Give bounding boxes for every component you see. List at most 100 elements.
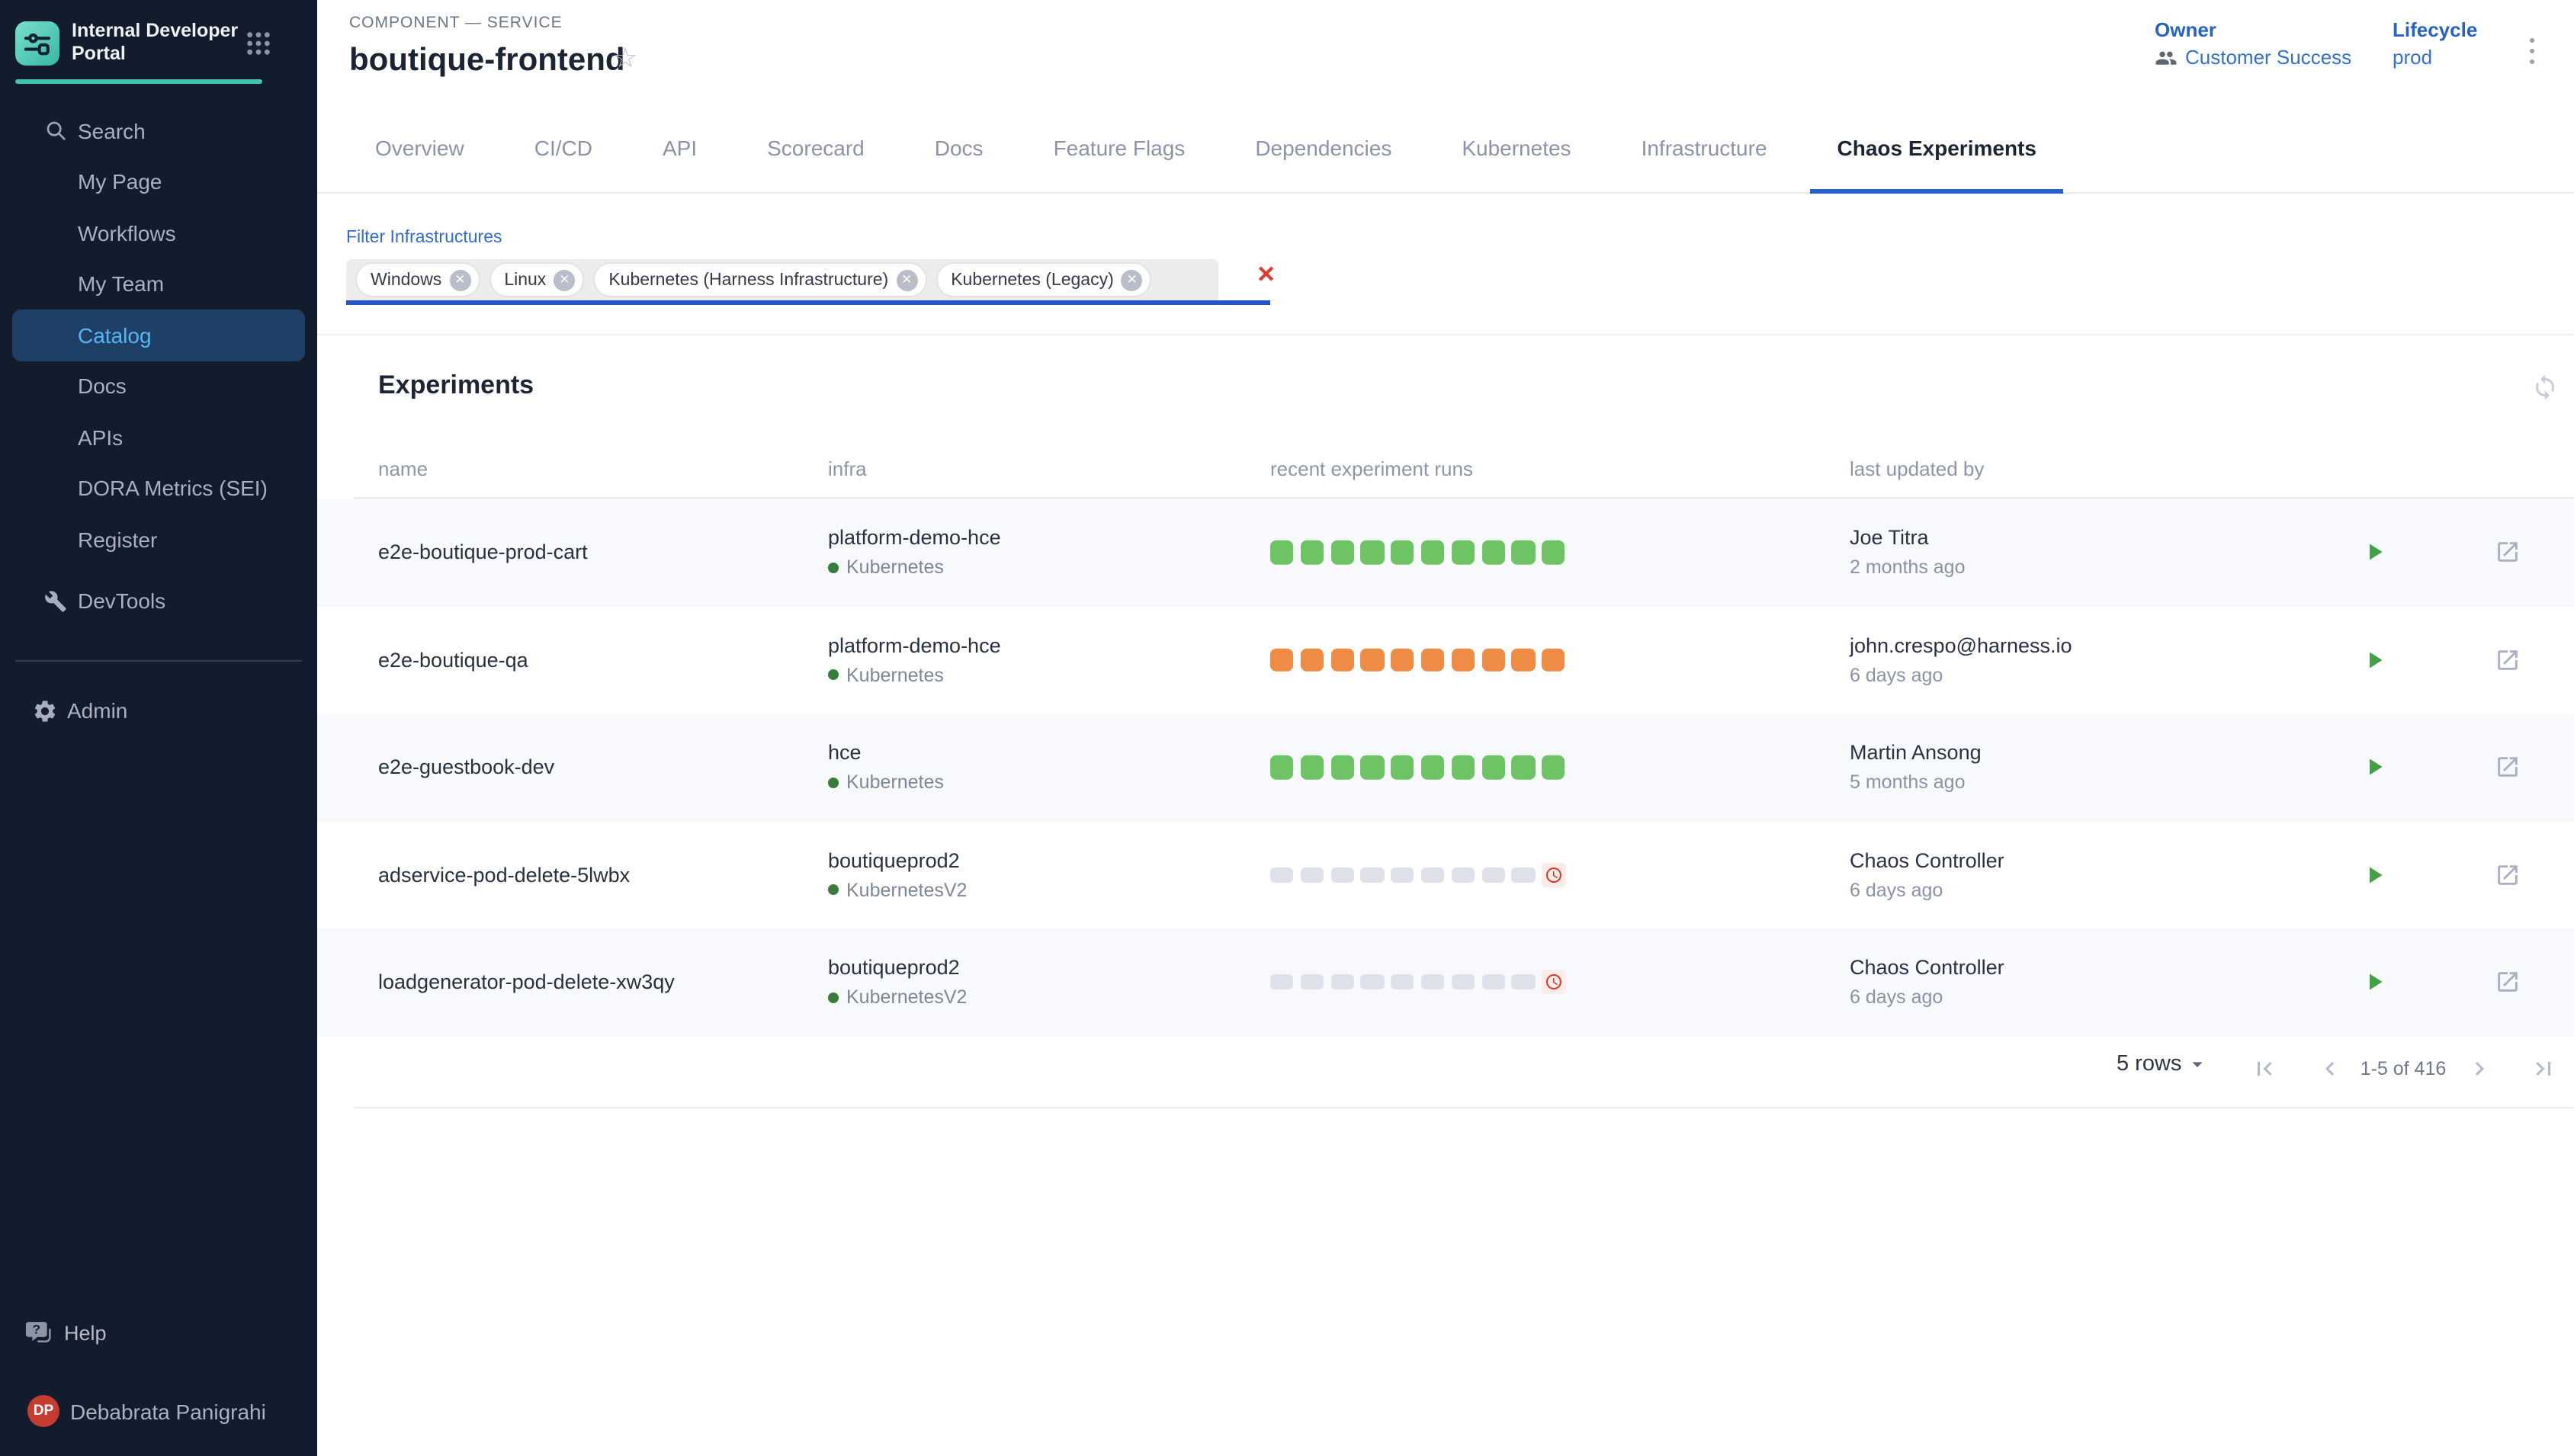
- prev-page-button[interactable]: [2316, 1055, 2344, 1082]
- run-square-orange[interactable]: [1512, 648, 1536, 672]
- run-square-orange[interactable]: [1301, 648, 1324, 672]
- sidebar-user[interactable]: DP Debabrata Panigrahi: [27, 1395, 266, 1427]
- sidebar-item-search[interactable]: Search: [0, 105, 317, 156]
- sidebar-item-docs[interactable]: Docs: [0, 361, 317, 412]
- run-square-green[interactable]: [1391, 540, 1414, 564]
- run-square-gray[interactable]: [1421, 975, 1445, 990]
- run-square-green[interactable]: [1452, 755, 1475, 779]
- run-square-green[interactable]: [1512, 540, 1536, 564]
- clear-filters-icon[interactable]: ✕: [1257, 264, 1276, 287]
- tab-api[interactable]: API: [627, 102, 732, 192]
- run-square-green[interactable]: [1391, 755, 1414, 779]
- open-in-new-icon[interactable]: [2495, 647, 2521, 673]
- table-row-e2e-guestbook-dev[interactable]: e2e-guestbook-dev hce Kubernetes Martin …: [317, 714, 2574, 821]
- filter-chip-kubernetes-harness-infrastructure[interactable]: Kubernetes (Harness Infrastructure) ✕: [593, 262, 926, 297]
- open-in-new-icon[interactable]: [2495, 540, 2521, 566]
- run-experiment-play-icon[interactable]: [2361, 646, 2388, 674]
- sidebar-item-my-page[interactable]: My Page: [0, 156, 317, 207]
- run-experiment-play-icon[interactable]: [2361, 969, 2388, 996]
- table-row-adservice-pod-delete-5lwbx[interactable]: adservice-pod-delete-5lwbx boutiqueprod2…: [317, 821, 2574, 928]
- run-square-gray[interactable]: [1391, 975, 1414, 990]
- filter-input[interactable]: Windows ✕ Linux ✕ Kubernetes (Harness In…: [346, 259, 1218, 300]
- run-experiment-play-icon[interactable]: [2361, 539, 2388, 566]
- sidebar-item-help[interactable]: ? Help: [24, 1320, 107, 1346]
- run-square-green[interactable]: [1452, 540, 1475, 564]
- run-square-gray[interactable]: [1330, 868, 1354, 883]
- sidebar-item-dora-metrics-sei[interactable]: DORA Metrics (SEI): [0, 463, 317, 514]
- run-square-gray[interactable]: [1512, 975, 1536, 990]
- first-page-button[interactable]: [2251, 1055, 2278, 1082]
- run-square-gray[interactable]: [1512, 868, 1536, 883]
- run-square-orange[interactable]: [1421, 648, 1445, 672]
- filter-infrastructures-label[interactable]: Filter Infrastructures: [346, 229, 502, 247]
- open-in-new-icon[interactable]: [2495, 862, 2521, 888]
- run-square-gray[interactable]: [1481, 975, 1505, 990]
- run-square-green[interactable]: [1361, 755, 1385, 779]
- table-row-e2e-boutique-prod-cart[interactable]: e2e-boutique-prod-cart platform-demo-hce…: [317, 499, 2574, 606]
- sidebar-item-my-team[interactable]: My Team: [0, 258, 317, 309]
- run-square-gray[interactable]: [1270, 868, 1294, 883]
- run-square-gray[interactable]: [1270, 975, 1294, 990]
- run-square-gray[interactable]: [1361, 868, 1385, 883]
- last-page-button[interactable]: [2530, 1055, 2557, 1082]
- lifecycle-label[interactable]: Lifecycle: [2393, 18, 2477, 41]
- run-square-gray[interactable]: [1391, 868, 1414, 883]
- run-square-gray[interactable]: [1301, 868, 1324, 883]
- run-square-orange[interactable]: [1542, 648, 1565, 672]
- tab-kubernetes[interactable]: Kubernetes: [1427, 102, 1606, 192]
- open-in-new-icon[interactable]: [2495, 755, 2521, 781]
- run-square-green[interactable]: [1542, 540, 1565, 564]
- table-row-e2e-boutique-qa[interactable]: e2e-boutique-qa platform-demo-hce Kubern…: [317, 606, 2574, 714]
- run-square-gray[interactable]: [1452, 868, 1475, 883]
- open-in-new-icon[interactable]: [2495, 970, 2521, 996]
- star-outline-icon[interactable]: ☆: [613, 44, 637, 72]
- chip-remove-icon[interactable]: ✕: [896, 269, 917, 290]
- run-square-gray[interactable]: [1330, 975, 1354, 990]
- run-square-orange[interactable]: [1270, 648, 1294, 672]
- run-square-green[interactable]: [1421, 540, 1445, 564]
- filter-chip-linux[interactable]: Linux ✕: [489, 262, 584, 297]
- run-square-orange[interactable]: [1361, 648, 1385, 672]
- run-square-green[interactable]: [1421, 755, 1445, 779]
- sidebar-item-devtools[interactable]: DevTools: [0, 576, 317, 627]
- chip-remove-icon[interactable]: ✕: [449, 269, 470, 290]
- sidebar-item-register[interactable]: Register: [0, 514, 317, 565]
- sidebar-item-workflows[interactable]: Workflows: [0, 207, 317, 258]
- run-square-green[interactable]: [1361, 540, 1385, 564]
- owner-label[interactable]: Owner: [2155, 18, 2216, 41]
- run-square-green[interactable]: [1301, 540, 1324, 564]
- run-square-orange[interactable]: [1330, 648, 1354, 672]
- tab-docs[interactable]: Docs: [900, 102, 1019, 192]
- run-square-gray[interactable]: [1452, 975, 1475, 990]
- run-square-green[interactable]: [1330, 755, 1354, 779]
- table-row-loadgenerator-pod-delete-xw3qy[interactable]: loadgenerator-pod-delete-xw3qy boutiquep…: [317, 928, 2574, 1036]
- tab-chaos-experiments[interactable]: Chaos Experiments: [1802, 102, 2072, 192]
- tab-feature-flags[interactable]: Feature Flags: [1019, 102, 1221, 192]
- filter-chip-windows[interactable]: Windows ✕: [355, 262, 480, 297]
- tab-infrastructure[interactable]: Infrastructure: [1606, 102, 1802, 192]
- next-page-button[interactable]: [2466, 1055, 2493, 1082]
- run-square-orange[interactable]: [1452, 648, 1475, 672]
- run-square-green[interactable]: [1481, 540, 1505, 564]
- run-square-gray[interactable]: [1301, 975, 1324, 990]
- tab-ci-cd[interactable]: CI/CD: [499, 102, 627, 192]
- chip-remove-icon[interactable]: ✕: [554, 269, 575, 290]
- run-square-green[interactable]: [1270, 755, 1294, 779]
- run-experiment-play-icon[interactable]: [2361, 861, 2388, 889]
- run-square-green[interactable]: [1301, 755, 1324, 779]
- tab-scorecard[interactable]: Scorecard: [732, 102, 900, 192]
- run-square-green[interactable]: [1542, 755, 1565, 779]
- sidebar-item-catalog[interactable]: Catalog: [12, 309, 305, 361]
- harness-idp-logo-icon[interactable]: [15, 21, 59, 66]
- filter-chip-kubernetes-legacy[interactable]: Kubernetes (Legacy) ✕: [936, 262, 1152, 297]
- run-square-orange[interactable]: [1481, 648, 1505, 672]
- run-square-green[interactable]: [1512, 755, 1536, 779]
- kebab-menu-icon[interactable]: [2527, 35, 2538, 67]
- run-square-green[interactable]: [1481, 755, 1505, 779]
- owner-value[interactable]: Customer Success: [2155, 46, 2351, 69]
- run-square-green[interactable]: [1330, 540, 1354, 564]
- tab-dependencies[interactable]: Dependencies: [1220, 102, 1427, 192]
- refresh-icon[interactable]: [2531, 374, 2559, 401]
- run-experiment-play-icon[interactable]: [2361, 754, 2388, 781]
- chip-remove-icon[interactable]: ✕: [1122, 269, 1143, 290]
